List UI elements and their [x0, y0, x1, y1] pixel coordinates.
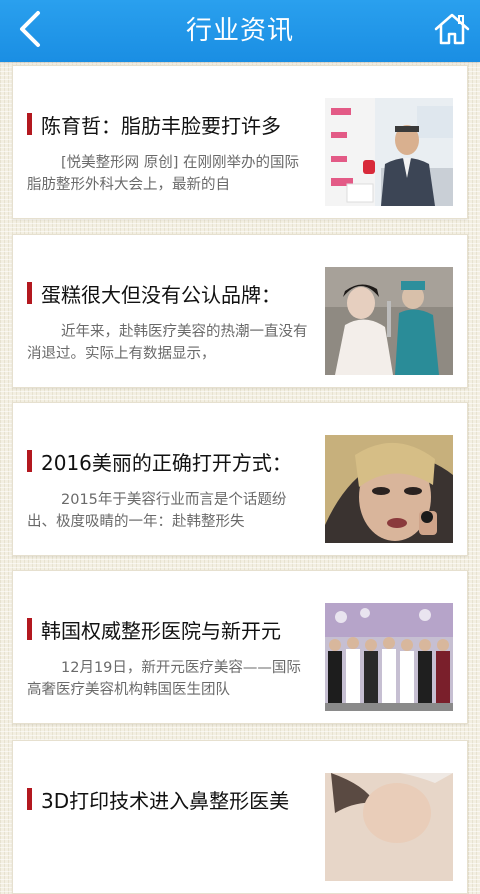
- news-card[interactable]: 2016美丽的正确打开方式： 2015年于美容行业而言是个话题纷出、极度吸睛的一…: [12, 402, 468, 556]
- app-header: 行业资讯: [0, 0, 480, 62]
- card-thumbnail: [325, 98, 453, 206]
- home-icon: [434, 12, 470, 50]
- card-summary: 近年来，赴韩医疗美容的热潮一直没有消退过。实际上有数据显示，: [27, 324, 308, 362]
- card-thumbnail: [325, 773, 453, 881]
- card-summary: 2015年于美容行业而言是个话题纷出、极度吸睛的一年：赴韩整形失: [27, 492, 287, 530]
- card-title: 蛋糕很大但没有公认品牌：: [27, 279, 309, 307]
- card-title-text: 陈育哲：脂肪丰脸要打许多: [41, 113, 281, 138]
- title-accent-bar: [27, 450, 32, 472]
- home-button[interactable]: [432, 10, 472, 52]
- card-title: 2016美丽的正确打开方式：: [27, 447, 309, 475]
- card-title-text: 2016美丽的正确打开方式：: [41, 450, 292, 475]
- card-thumbnail: [325, 603, 453, 711]
- title-accent-bar: [27, 282, 32, 304]
- card-title: 韩国权威整形医院与新开元: [27, 615, 309, 643]
- card-title: 3D打印技术进入鼻整形医美: [27, 785, 309, 813]
- news-card[interactable]: 3D打印技术进入鼻整形医美: [12, 740, 468, 894]
- title-accent-bar: [27, 788, 32, 810]
- card-title-text: 韩国权威整形医院与新开元: [41, 618, 281, 643]
- card-summary: [悦美整形网 原创] 在刚刚举办的国际脂肪整形外科大会上，最新的自: [27, 155, 300, 193]
- card-summary: [27, 827, 309, 871]
- title-accent-bar: [27, 113, 32, 135]
- card-title-text: 3D打印技术进入鼻整形医美: [41, 788, 290, 813]
- news-card[interactable]: 韩国权威整形医院与新开元 12月19日，新开元医疗美容——国际高奢医疗美容机构韩…: [12, 570, 468, 724]
- card-summary: 12月19日，新开元医疗美容——国际高奢医疗美容机构韩国医生团队: [27, 660, 301, 698]
- title-accent-bar: [27, 618, 32, 640]
- card-thumbnail: [325, 267, 453, 375]
- card-thumbnail: [325, 435, 453, 543]
- page-title: 行业资讯: [185, 16, 294, 46]
- card-title: 陈育哲：脂肪丰脸要打许多: [27, 110, 309, 138]
- card-title-text: 蛋糕很大但没有公认品牌：: [41, 282, 281, 307]
- news-card[interactable]: 蛋糕很大但没有公认品牌： 近年来，赴韩医疗美容的热潮一直没有消退过。实际上有数据…: [12, 234, 468, 388]
- news-card[interactable]: 陈育哲：脂肪丰脸要打许多 [悦美整形网 原创] 在刚刚举办的国际脂肪整形外科大会…: [12, 65, 468, 219]
